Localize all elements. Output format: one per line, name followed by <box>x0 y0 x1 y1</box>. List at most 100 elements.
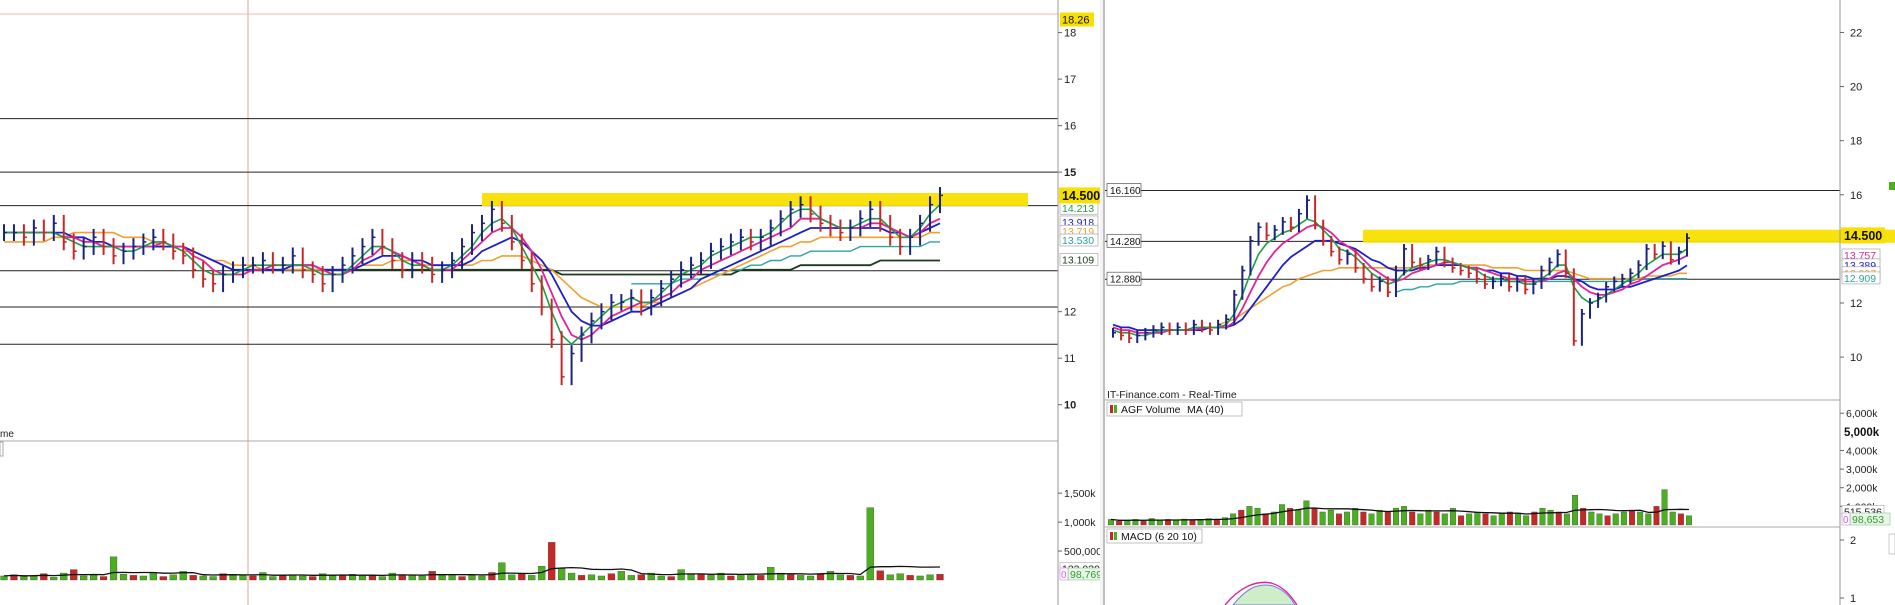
volume-bar[interactable] <box>1620 511 1627 526</box>
volume-bar[interactable] <box>1262 513 1269 526</box>
volume-bar[interactable] <box>1653 506 1660 526</box>
volume-bar[interactable] <box>418 575 426 581</box>
volume-bar[interactable] <box>1311 508 1318 526</box>
volume-bar[interactable] <box>80 575 88 581</box>
volume-bar[interactable] <box>627 575 635 581</box>
volume-bar[interactable] <box>328 575 337 581</box>
volume-bar[interactable] <box>558 568 566 581</box>
volume-bar[interactable] <box>1384 511 1391 526</box>
volume-bar[interactable] <box>269 576 277 581</box>
volume-bar[interactable] <box>1612 513 1619 526</box>
volume-bar[interactable] <box>358 575 367 581</box>
volume-bar[interactable] <box>378 576 386 581</box>
volume-bar[interactable] <box>388 572 396 581</box>
volume-bar[interactable] <box>1303 500 1310 526</box>
volume-bar[interactable] <box>508 574 516 581</box>
volume-bar[interactable] <box>428 571 436 581</box>
volume-bar[interactable] <box>657 575 665 581</box>
volume-bar[interactable] <box>1140 521 1147 526</box>
volume-bar[interactable] <box>876 570 884 581</box>
volume-bar[interactable] <box>637 574 645 581</box>
volume-bar[interactable] <box>488 572 496 581</box>
volume-bar[interactable] <box>1352 508 1359 526</box>
volume-bar[interactable] <box>99 576 108 581</box>
volume-bar[interactable] <box>936 574 944 581</box>
volume-bar[interactable] <box>826 571 835 581</box>
volume-bar[interactable] <box>836 574 845 581</box>
volume-bar[interactable] <box>1563 513 1570 526</box>
volume-bar[interactable] <box>1637 511 1644 526</box>
volume-bar[interactable] <box>747 574 755 581</box>
volume-bar[interactable] <box>109 556 118 581</box>
right-chart-panel[interactable]: 16.16014.28012.88022201816121013.75713.3… <box>1105 0 1895 605</box>
volume-bar[interactable] <box>1278 504 1285 526</box>
volume-bar[interactable] <box>408 575 416 581</box>
volume-bar[interactable] <box>1213 519 1220 526</box>
volume-bar[interactable] <box>1555 511 1562 526</box>
volume-bar[interactable] <box>20 576 28 581</box>
volume-bar[interactable] <box>1254 508 1261 526</box>
volume-bar[interactable] <box>199 575 207 581</box>
volume-bar[interactable] <box>1466 513 1473 526</box>
volume-bar[interactable] <box>1629 509 1635 526</box>
volume-bar[interactable] <box>896 573 904 581</box>
volume-bar[interactable] <box>249 575 257 581</box>
volume-bar[interactable] <box>1156 520 1163 526</box>
volume-bar[interactable] <box>1539 508 1546 526</box>
volume-bar[interactable] <box>806 575 815 581</box>
volume-bar[interactable] <box>1498 513 1505 526</box>
volume-bar[interactable] <box>1344 511 1351 526</box>
volume-bar[interactable] <box>60 572 68 581</box>
volume-bar[interactable] <box>617 571 625 581</box>
volume-bar[interactable] <box>856 575 864 581</box>
volume-bar[interactable] <box>1417 513 1424 526</box>
volume-bar[interactable] <box>1295 509 1302 526</box>
volume-bar[interactable] <box>1376 509 1383 526</box>
volume-bar[interactable] <box>577 575 586 581</box>
volume-bar[interactable] <box>368 575 377 581</box>
volume-bar[interactable] <box>458 576 466 581</box>
volume-bar[interactable] <box>149 572 157 581</box>
volume-bar[interactable] <box>498 562 506 581</box>
volume-bar[interactable] <box>587 574 596 581</box>
volume-bar[interactable] <box>757 575 765 581</box>
volume-bar[interactable] <box>816 573 825 581</box>
volume-bar[interactable] <box>1604 515 1611 526</box>
volume-bar[interactable] <box>1319 511 1326 526</box>
volume-bar[interactable] <box>1677 513 1684 526</box>
volume-bar[interactable] <box>448 574 456 581</box>
volume-bar[interactable] <box>567 572 576 581</box>
volume-bar[interactable] <box>309 576 317 581</box>
volume-bar[interactable] <box>518 573 526 581</box>
volume-bar[interactable] <box>1360 511 1367 526</box>
volume-bar[interactable] <box>239 575 247 581</box>
volume-bar[interactable] <box>50 576 58 581</box>
volume-bar[interactable] <box>687 574 695 581</box>
volume-bar[interactable] <box>727 575 735 581</box>
volume-bar[interactable] <box>209 576 217 581</box>
volume-bar[interactable] <box>119 574 128 581</box>
volume-bar[interactable] <box>528 575 536 581</box>
volume-bar[interactable] <box>1515 513 1522 526</box>
volume-bar[interactable] <box>1189 520 1196 526</box>
volume-bar[interactable] <box>0 575 8 581</box>
volume-bar[interactable] <box>1596 513 1603 526</box>
volume-bar[interactable] <box>737 574 745 581</box>
volume-bar[interactable] <box>1425 509 1432 526</box>
volume-bar[interactable] <box>916 575 924 581</box>
volume-bar[interactable] <box>1458 515 1465 526</box>
volume-bar[interactable] <box>169 574 177 581</box>
volume-bar[interactable] <box>846 575 854 581</box>
volume-bar[interactable] <box>1482 513 1489 526</box>
volume-bar[interactable] <box>40 573 48 581</box>
volume-bar[interactable] <box>1433 511 1440 526</box>
volume-bar[interactable] <box>259 572 267 581</box>
volume-bar[interactable] <box>926 574 934 581</box>
volume-bar[interactable] <box>279 575 287 581</box>
left-chart-panel[interactable]: me1817161512111018.2614.21313.91813.7191… <box>0 0 1105 605</box>
volume-bar[interactable] <box>299 575 307 581</box>
volume-bar[interactable] <box>1523 515 1530 526</box>
volume-bar[interactable] <box>1588 511 1595 526</box>
volume-bar[interactable] <box>1686 515 1692 526</box>
volume-bar[interactable] <box>548 542 556 581</box>
